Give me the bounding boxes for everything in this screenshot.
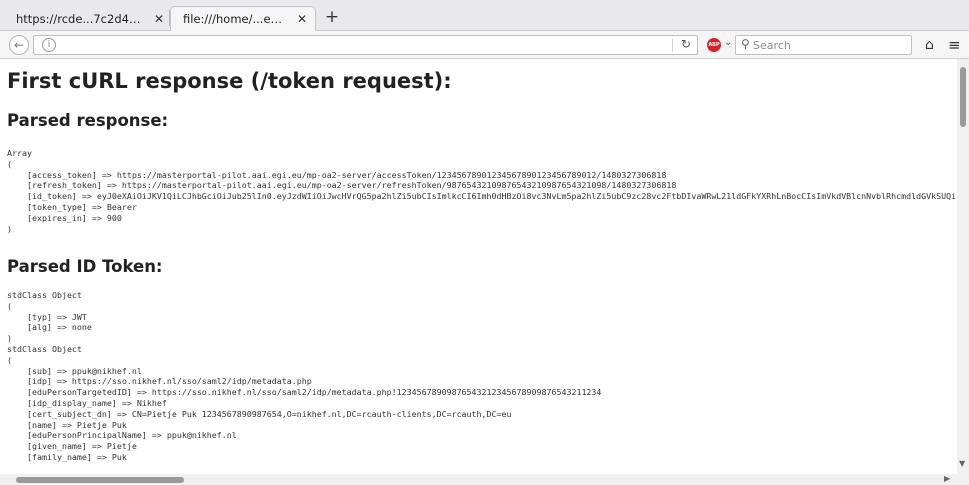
scroll-down-arrow-icon[interactable]: ▼: [959, 459, 965, 468]
search-icon: ⚲: [741, 37, 750, 51]
hamburger-menu-icon[interactable]: ≡: [948, 36, 961, 54]
tab-label: file:///home/...emo.php.html: [183, 12, 287, 26]
tab-label: https://rcde...7c2d42fa9eda: [16, 11, 144, 26]
page-title: First cURL response (/token request):: [7, 69, 452, 93]
parsed-id-token-heading: Parsed ID Token:: [7, 257, 163, 276]
tab-rcdemo[interactable]: https://rcde...7c2d42fa9eda ✕: [4, 6, 172, 31]
tab-strip: https://rcde...7c2d42fa9eda ✕ file:///ho…: [0, 0, 969, 31]
reload-icon[interactable]: ↻: [681, 37, 691, 51]
search-box[interactable]: ⚲: [735, 35, 912, 55]
close-tab-icon[interactable]: ✕: [297, 12, 307, 26]
back-arrow-icon[interactable]: ←: [9, 35, 29, 55]
url-bar-divider: [672, 39, 673, 52]
home-icon[interactable]: ⌂: [925, 37, 934, 53]
horizontal-scrollbar[interactable]: ▶: [0, 474, 969, 485]
adblock-icon[interactable]: ABP: [707, 38, 721, 52]
page-content: First cURL response (/token request): Pa…: [0, 59, 957, 474]
tab-demo-php[interactable]: file:///home/...emo.php.html ✕: [170, 6, 316, 31]
horizontal-scroll-thumb[interactable]: [16, 477, 184, 483]
info-icon[interactable]: i: [42, 38, 56, 52]
parsed-response-heading: Parsed response:: [7, 111, 169, 130]
scroll-right-arrow-icon[interactable]: ▶: [944, 474, 950, 483]
vertical-scroll-thumb[interactable]: [960, 67, 966, 127]
close-tab-icon[interactable]: ✕: [154, 12, 164, 26]
url-bar[interactable]: i ↻: [33, 35, 698, 55]
search-input[interactable]: [753, 38, 903, 52]
new-tab-button[interactable]: +: [322, 6, 342, 28]
chevron-down-icon[interactable]: ⌄: [724, 37, 732, 48]
parsed-response-dump: Array ( [access_token] => https://master…: [7, 148, 957, 234]
vertical-scrollbar[interactable]: ▼: [957, 59, 969, 474]
parsed-id-token-dump: stdClass Object ( [typ] => JWT [alg] => …: [7, 290, 602, 462]
navigation-toolbar: ← i ↻ ABP ⌄ ⚲ ⌂ ≡: [0, 31, 969, 59]
